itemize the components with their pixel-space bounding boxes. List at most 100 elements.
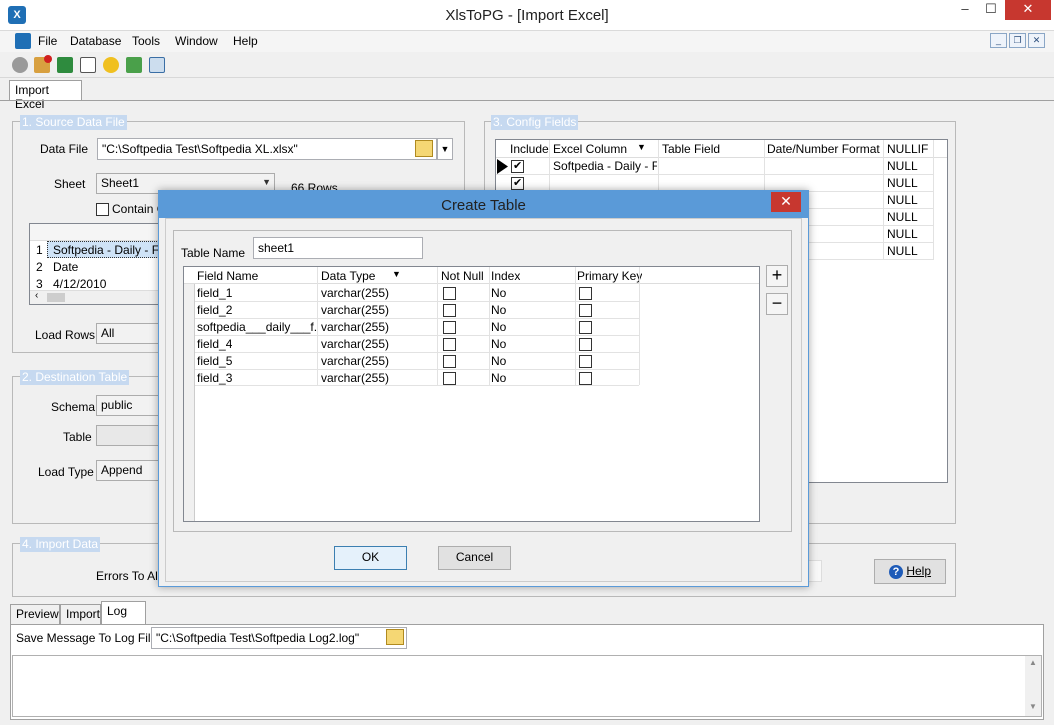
index-cell[interactable]: No xyxy=(491,337,506,351)
index-cell[interactable]: No xyxy=(491,286,506,300)
dialog-close-button[interactable]: ✕ xyxy=(771,192,801,212)
primary-key-checkbox[interactable] xyxy=(579,287,592,300)
tab-log[interactable]: Log xyxy=(101,601,146,624)
preview-hscrollbar[interactable]: ‹ xyxy=(30,290,163,304)
config-nullif-cell[interactable]: NULL xyxy=(887,244,918,258)
mdi-minimize-button[interactable]: _ xyxy=(990,33,1007,48)
data-file-input[interactable]: "C:\Softpedia Test\Softpedia XL.xlsx" xyxy=(97,138,437,160)
not-null-checkbox[interactable] xyxy=(443,355,456,368)
fields-col-type[interactable]: Data Type xyxy=(321,269,375,283)
menu-file[interactable]: File xyxy=(38,34,57,48)
menu-database[interactable]: Database xyxy=(70,34,121,48)
primary-key-checkbox[interactable] xyxy=(579,372,592,385)
log-scrollbar[interactable]: ▲ ▼ xyxy=(1025,656,1041,716)
table-name-input[interactable]: sheet1 xyxy=(253,237,423,259)
primary-key-checkbox[interactable] xyxy=(579,321,592,334)
config-col-excel[interactable]: Excel Column xyxy=(553,142,627,156)
config-col-include[interactable]: Include xyxy=(510,142,549,156)
config-nullif-cell[interactable]: NULL xyxy=(887,210,918,224)
field-name-cell[interactable]: field_2 xyxy=(197,303,232,317)
scroll-thumb[interactable] xyxy=(47,293,65,302)
data-type-cell[interactable]: varchar(255) xyxy=(321,337,389,351)
menu-tools[interactable]: Tools xyxy=(132,34,160,48)
chevron-down-icon[interactable]: ▼ xyxy=(1029,702,1037,711)
config-nullif-cell[interactable]: NULL xyxy=(887,176,918,190)
chevron-up-icon[interactable]: ▲ xyxy=(1029,658,1037,667)
config-nullif-cell[interactable]: NULL xyxy=(887,193,918,207)
open-folder-icon[interactable] xyxy=(386,629,404,645)
include-checkbox[interactable] xyxy=(511,176,524,190)
connect-icon[interactable] xyxy=(12,57,28,73)
fields-col-not-null[interactable]: Not Null xyxy=(441,269,484,283)
config-col-table-field[interactable]: Table Field xyxy=(662,142,720,156)
data-type-cell[interactable]: varchar(255) xyxy=(321,371,389,385)
tab-import-excel[interactable]: Import Excel xyxy=(9,80,82,111)
menu-window[interactable]: Window xyxy=(175,34,218,48)
open-folder-icon[interactable] xyxy=(415,140,433,157)
tab-import[interactable]: Import xyxy=(60,604,101,624)
chevron-down-icon[interactable]: ▼ xyxy=(392,269,401,279)
config-col-nullif[interactable]: NULLIF xyxy=(887,142,928,156)
not-null-checkbox[interactable] xyxy=(443,372,456,385)
not-null-checkbox[interactable] xyxy=(443,338,456,351)
tab-preview[interactable]: Preview xyxy=(10,604,60,624)
excel-icon[interactable] xyxy=(57,57,73,73)
log-textarea[interactable] xyxy=(12,655,1042,717)
table-icon[interactable] xyxy=(149,57,165,73)
ok-button[interactable]: OK xyxy=(334,546,407,570)
menu-help[interactable]: Help xyxy=(233,34,258,48)
primary-key-checkbox[interactable] xyxy=(579,304,592,317)
add-field-button[interactable]: + xyxy=(766,265,788,287)
mdi-restore-button[interactable]: ❐ xyxy=(1009,33,1026,48)
config-excel-cell[interactable]: Softpedia - Daily - Fl... xyxy=(553,159,657,173)
field-name-cell[interactable]: field_1 xyxy=(197,286,232,300)
data-type-cell[interactable]: varchar(255) xyxy=(321,286,389,300)
schema-select[interactable]: public xyxy=(96,395,166,416)
contain-checkbox[interactable] xyxy=(96,203,109,216)
help-button[interactable]: ? Help xyxy=(874,559,946,584)
fields-col-primary-key[interactable]: Primary Key xyxy=(577,269,642,283)
preview-cell[interactable]: Softpedia - Daily - Floa xyxy=(53,243,162,257)
disconnect-icon[interactable] xyxy=(34,55,52,73)
remove-field-button[interactable]: − xyxy=(766,293,788,315)
fields-col-index[interactable]: Index xyxy=(491,269,520,283)
index-cell[interactable]: No xyxy=(491,320,506,334)
wizard-icon[interactable] xyxy=(103,57,119,73)
config-nullif-cell[interactable]: NULL xyxy=(887,159,918,173)
fields-col-name[interactable]: Field Name xyxy=(197,269,258,283)
fields-grid[interactable] xyxy=(183,266,760,522)
config-col-format[interactable]: Date/Number Format xyxy=(767,142,880,156)
index-cell[interactable]: No xyxy=(491,303,506,317)
preview-cell[interactable]: Date xyxy=(53,260,78,274)
table-select[interactable] xyxy=(96,425,166,446)
config-nullif-cell[interactable]: NULL xyxy=(887,227,918,241)
field-name-cell[interactable]: field_3 xyxy=(197,371,232,385)
refresh-icon[interactable] xyxy=(126,57,142,73)
data-type-cell[interactable]: varchar(255) xyxy=(321,320,389,334)
load-rows-select[interactable]: All xyxy=(96,323,166,344)
log-file-input[interactable]: "C:\Softpedia Test\Softpedia Log2.log" xyxy=(151,627,407,649)
field-name-cell[interactable]: field_5 xyxy=(197,354,232,368)
not-null-checkbox[interactable] xyxy=(443,304,456,317)
field-name-cell[interactable]: softpedia___daily___f... xyxy=(197,320,316,334)
primary-key-checkbox[interactable] xyxy=(579,355,592,368)
not-null-checkbox[interactable] xyxy=(443,287,456,300)
index-cell[interactable]: No xyxy=(491,371,506,385)
data-type-cell[interactable]: varchar(255) xyxy=(321,354,389,368)
not-null-checkbox[interactable] xyxy=(443,321,456,334)
mdi-close-button[interactable]: ✕ xyxy=(1028,33,1045,48)
doc-icon[interactable] xyxy=(15,33,31,49)
cancel-button[interactable]: Cancel xyxy=(438,546,511,570)
preview-cell[interactable]: 4/12/2010 xyxy=(53,277,106,291)
include-checkbox[interactable] xyxy=(511,159,524,173)
load-type-select[interactable]: Append xyxy=(96,460,166,481)
chevron-left-icon[interactable]: ‹ xyxy=(35,290,38,301)
close-button[interactable]: ✕ xyxy=(1005,0,1051,20)
data-type-cell[interactable]: varchar(255) xyxy=(321,303,389,317)
maximize-button[interactable]: ☐ xyxy=(978,0,1004,20)
report-icon[interactable] xyxy=(80,57,96,73)
index-cell[interactable]: No xyxy=(491,354,506,368)
minimize-button[interactable]: – xyxy=(952,0,978,20)
field-name-cell[interactable]: field_4 xyxy=(197,337,232,351)
data-file-dropdown-icon[interactable]: ▼ xyxy=(437,138,453,160)
